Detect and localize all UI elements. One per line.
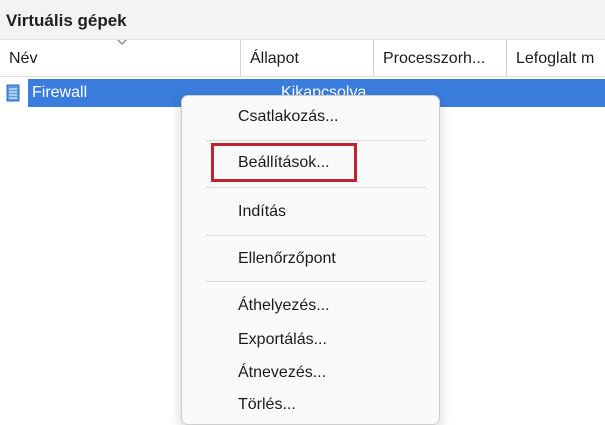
vm-name: Firewall bbox=[32, 84, 88, 101]
menu-separator bbox=[206, 235, 426, 236]
menu-item-rename[interactable]: Átnevezés... bbox=[238, 364, 326, 382]
panel-header: Virtuális gépek bbox=[0, 0, 605, 40]
menu-item-settings[interactable]: Beállítások... bbox=[238, 154, 330, 172]
menu-separator bbox=[206, 140, 426, 141]
menu-item-move[interactable]: Áthelyezés... bbox=[238, 297, 330, 315]
column-header-cpu[interactable]: Processzorh... bbox=[374, 40, 507, 77]
column-header-state-label: Állapot bbox=[250, 50, 299, 67]
menu-item-checkpoint[interactable]: Ellenőrzőpont bbox=[238, 250, 336, 268]
column-header-name[interactable]: Név bbox=[0, 40, 241, 77]
menu-item-delete[interactable]: Törlés... bbox=[238, 396, 296, 414]
menu-separator bbox=[206, 281, 426, 282]
sort-chevron-icon bbox=[117, 40, 127, 45]
column-header-cpu-label: Processzorh... bbox=[383, 50, 486, 67]
menu-item-connect[interactable]: Csatlakozás... bbox=[238, 108, 338, 126]
virtual-machine-icon bbox=[6, 84, 20, 102]
column-header-memory-label: Lefoglalt m bbox=[516, 50, 595, 67]
column-header-name-label: Név bbox=[9, 50, 38, 67]
column-header-row: Név Állapot Processzorh... Lefoglalt m bbox=[0, 40, 605, 77]
column-header-state[interactable]: Állapot bbox=[241, 40, 374, 77]
menu-separator bbox=[206, 187, 426, 188]
column-header-memory[interactable]: Lefoglalt m bbox=[507, 40, 605, 77]
menu-item-start[interactable]: Indítás bbox=[238, 203, 286, 221]
menu-item-export[interactable]: Exportálás... bbox=[238, 331, 327, 349]
context-menu: Csatlakozás... Beállítások... Indítás El… bbox=[181, 95, 440, 425]
panel-title: Virtuális gépek bbox=[6, 11, 127, 30]
